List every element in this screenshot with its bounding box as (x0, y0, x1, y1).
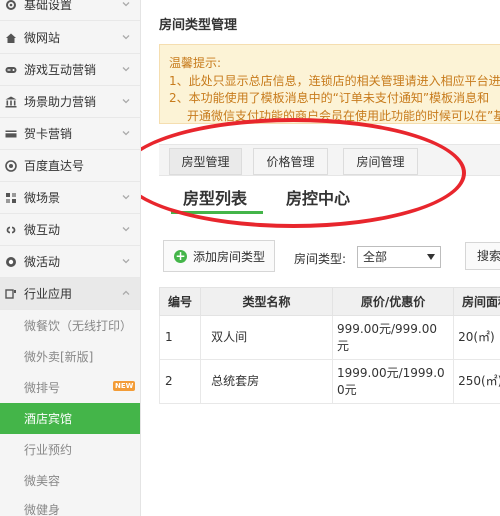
subitem-label: 微美容 (24, 474, 61, 488)
chevron-down-icon (122, 195, 130, 200)
notice-heading: 温馨提示: (169, 56, 222, 70)
add-button-label: 添加房间类型 (193, 249, 266, 264)
chevron-down-icon (122, 227, 130, 232)
subitem-label: 微排号 (24, 381, 61, 395)
home-icon (5, 32, 17, 44)
scene-icon (5, 192, 17, 204)
baidu-icon (5, 159, 17, 172)
page-title: 房间类型管理 (159, 18, 238, 33)
sidebar-item-microsite[interactable]: 微网站 (0, 22, 140, 54)
cell-price-line2: 元 (336, 338, 349, 353)
cell-price: 1999.00元/1999.0 0元 (331, 359, 454, 404)
main-content: 房间类型管理 温馨提示: 1、此处只显示总店信息，连锁店的相关管理请进入相应平台… (141, 0, 500, 516)
room-type-select[interactable]: 全部 (357, 246, 441, 268)
col-header-no: 编号 (158, 287, 202, 316)
chevron-down-icon (122, 99, 130, 104)
table-header-row: 编号 类型名称 原价/优惠价 房间面积 (158, 287, 500, 316)
cell-price-line2: 0元 (336, 382, 357, 397)
sidebar-item-label: 基础设置 (24, 0, 73, 12)
sidebar-item-micro-interact[interactable]: 微互动 (0, 214, 140, 246)
sidebar-subitem-hotel[interactable]: 酒店宾馆 (0, 403, 140, 434)
sidebar-subitem-queue[interactable]: 微排号 NEW (0, 372, 140, 403)
select-value: 全部 (363, 250, 388, 264)
sidebar-subitem-fitness[interactable]: 微健身 (0, 494, 140, 516)
subitem-label: 酒店宾馆 (24, 412, 73, 426)
sidebar-item-label: 游戏互动营销 (24, 63, 97, 77)
notice-line-2: 2、本功能使用了模板消息中的“订单未支付通知”模板消息和 (169, 91, 490, 105)
sidebar-subitem-catering[interactable]: 微餐饮（无线打印） (0, 310, 140, 341)
tab-bar: 房型管理 价格管理 房间管理 (159, 144, 500, 176)
tab-price[interactable]: 价格管理 (253, 148, 328, 175)
app-root: 基础设置 微网站 游戏互动营销 场景助力营销 贺卡营销 百度直达号 微场景 微互… (0, 0, 500, 516)
sidebar-item-label: 场景助力营销 (24, 95, 97, 109)
subitem-label: 行业预约 (24, 443, 73, 457)
cell-name: 双人间 (200, 315, 333, 360)
sidebar-item-label: 百度直达号 (24, 159, 85, 173)
sidebar-item-greeting-card[interactable]: 贺卡营销 (0, 118, 140, 150)
subitem-label: 微外卖[新版] (24, 350, 94, 364)
room-type-table: 编号 类型名称 原价/优惠价 房间面积 1 双人间 999.00元/999.00… (158, 287, 500, 404)
subtab-room-type-list[interactable]: 房型列表 (183, 185, 247, 209)
chevron-down-icon (122, 259, 130, 264)
sidebar-subitem-booking[interactable]: 行业预约 (0, 434, 140, 465)
chevron-down-icon (122, 2, 130, 7)
cell-price: 999.00元/999.00 元 (331, 315, 454, 360)
sidebar-item-label: 贺卡营销 (24, 127, 73, 141)
sidebar-item-baidu[interactable]: 百度直达号 (0, 150, 140, 182)
col-header-area: 房间面积 (453, 287, 500, 316)
search-button[interactable]: 搜索 (465, 242, 500, 270)
chevron-up-icon (122, 290, 130, 295)
chevron-down-icon (122, 35, 130, 40)
col-header-name: 类型名称 (200, 287, 333, 316)
card-icon (5, 128, 17, 140)
sidebar-item-label: 微场景 (24, 191, 61, 205)
link-icon (5, 224, 17, 236)
gamepad-icon (5, 64, 17, 76)
sidebar-item-label: 行业应用 (24, 287, 73, 301)
sidebar-item-basic-settings[interactable]: 基础设置 (0, 0, 140, 21)
cell-area: 20(㎡) (453, 315, 500, 360)
subtab-room-control[interactable]: 房控中心 (286, 185, 350, 209)
notice-box: 温馨提示: 1、此处只显示总店信息，连锁店的相关管理请进入相应平台进 2、本功能… (159, 44, 500, 124)
sidebar-item-micro-activity[interactable]: 微活动 (0, 246, 140, 278)
tab-room[interactable]: 房间管理 (343, 148, 418, 175)
sidebar-item-scene-marketing[interactable]: 场景助力营销 (0, 86, 140, 118)
notice-line-3: 开通微信支付功能的商户会员在使用此功能的时候可以在”基本 (187, 108, 500, 123)
notice-line-1: 1、此处只显示总店信息，连锁店的相关管理请进入相应平台进 (169, 73, 500, 88)
subitem-label: 微餐饮（无线打印） (24, 319, 133, 333)
sidebar-item-industry-apps[interactable]: 行业应用 (0, 278, 140, 310)
subitem-label: 微健身 (24, 503, 61, 516)
settings-icon (5, 0, 17, 11)
cell-name: 总统套房 (200, 359, 333, 404)
cell-no: 1 (158, 315, 201, 360)
sidebar-item-label: 微网站 (24, 31, 61, 45)
cell-price-line1: 1999.00元/1999.0 (336, 365, 445, 380)
table-row[interactable]: 1 双人间 999.00元/999.00 元 20(㎡) (158, 315, 500, 360)
sidebar-subitem-beauty[interactable]: 微美容 (0, 465, 140, 496)
sidebar-subitem-takeout[interactable]: 微外卖[新版] (0, 341, 140, 372)
sidebar-item-micro-scene[interactable]: 微场景 (0, 182, 140, 214)
chevron-down-icon (122, 131, 130, 136)
bank-icon (5, 96, 17, 108)
cell-no: 2 (158, 359, 201, 404)
cell-area: 250(㎡) (453, 359, 500, 404)
sidebar-item-game-marketing[interactable]: 游戏互动营销 (0, 54, 140, 86)
cell-price-line1: 999.00元/999.00 (336, 321, 438, 336)
sidebar-item-label: 微活动 (24, 255, 61, 269)
active-subtab-underline (171, 211, 263, 214)
add-room-type-button[interactable]: + 添加房间类型 (163, 240, 275, 272)
sidebar-item-label: 微互动 (24, 223, 61, 237)
chevron-down-icon (122, 67, 130, 72)
plus-icon: + (174, 248, 187, 263)
table-row[interactable]: 2 总统套房 1999.00元/1999.0 0元 250(㎡) (158, 359, 500, 404)
activity-icon (5, 256, 17, 268)
new-badge: NEW (113, 381, 136, 391)
dropdown-arrow-icon (427, 254, 435, 260)
col-header-price: 原价/优惠价 (331, 287, 455, 316)
room-type-filter-label: 房间类型: (294, 252, 347, 266)
sidebar: 基础设置 微网站 游戏互动营销 场景助力营销 贺卡营销 百度直达号 微场景 微互… (0, 0, 141, 516)
tab-room-type[interactable]: 房型管理 (169, 148, 242, 175)
app-icon (5, 288, 17, 300)
